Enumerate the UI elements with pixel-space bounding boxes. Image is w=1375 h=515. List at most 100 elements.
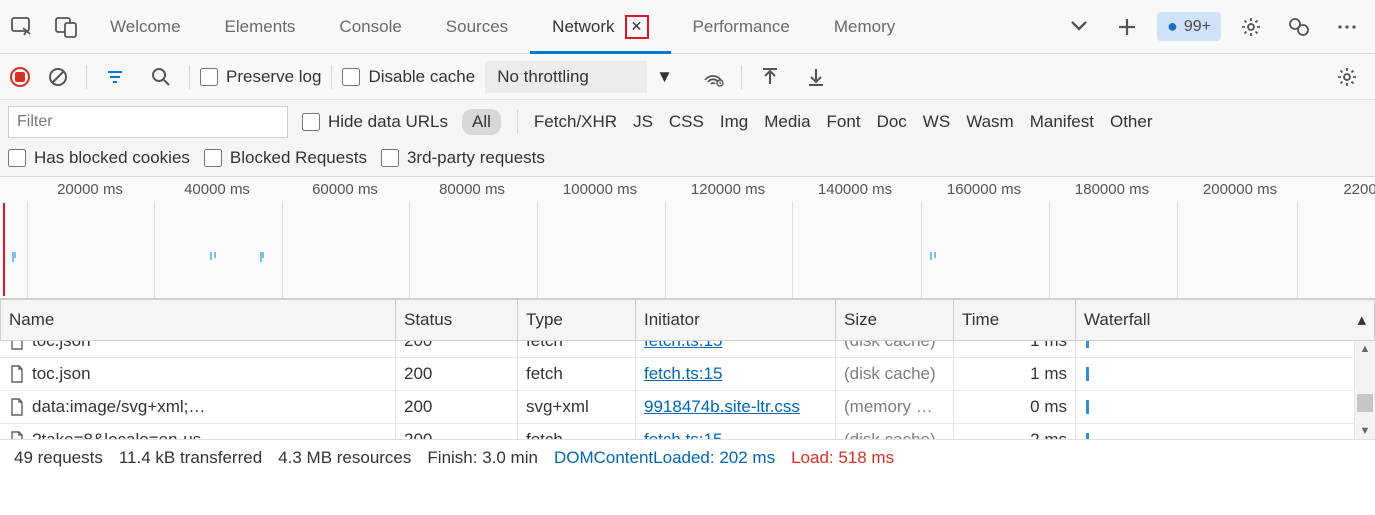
hide-data-urls-checkbox[interactable]: Hide data URLs <box>302 112 448 132</box>
tab-elements[interactable]: Elements <box>203 1 318 53</box>
cell-name[interactable]: data:image/svg+xml;… <box>0 391 396 424</box>
issues-count: 99+ <box>1184 18 1211 36</box>
cell-name[interactable]: toc.json <box>0 358 396 391</box>
tab-memory[interactable]: Memory <box>812 1 917 53</box>
cell-type: svg+xml <box>518 391 636 424</box>
stat-resources: 4.3 MB resources <box>278 448 411 468</box>
throttling-select[interactable]: No throttling ▼ <box>485 61 647 93</box>
cell-name[interactable]: toc.json <box>0 341 396 358</box>
cell-size: (disk cache) <box>836 341 954 358</box>
timeline-tick: 80000 ms <box>439 181 505 198</box>
issues-dot-icon: ● <box>1167 16 1178 37</box>
chevron-down-icon: ▼ <box>656 67 673 87</box>
cell-type: fetch <box>518 358 636 391</box>
col-waterfall[interactable]: Waterfall▴ <box>1076 299 1375 341</box>
table-scrollbar[interactable]: ▲ ▼ <box>1355 341 1375 439</box>
col-name[interactable]: Name <box>0 299 396 341</box>
cell-status: 200 <box>396 341 518 358</box>
filter-bar: Hide data URLs All Fetch/XHR JS CSS Img Media… <box>0 100 1375 177</box>
timeline-tick: 20000 ms <box>57 181 123 198</box>
issues-badge[interactable]: ● 99+ <box>1157 12 1221 41</box>
filter-type-other[interactable]: Other <box>1110 112 1153 132</box>
filter-type-ws[interactable]: WS <box>923 112 950 132</box>
cell-size: (memory … <box>836 391 954 424</box>
cell-time: 0 ms <box>954 391 1076 424</box>
requests-table: Name Status Type Initiator Size Time Wat… <box>0 299 1375 341</box>
tab-console[interactable]: Console <box>317 1 423 53</box>
stat-finish: Finish: 3.0 min <box>427 448 538 468</box>
stat-dom: DOMContentLoaded: 202 ms <box>554 448 775 468</box>
has-blocked-cookies-checkbox[interactable]: Has blocked cookies <box>8 148 190 168</box>
cell-initiator[interactable]: fetch.ts:15 <box>636 358 836 391</box>
cell-initiator[interactable]: 9918474b.site-ltr.css <box>636 391 836 424</box>
preserve-log-checkbox[interactable]: Preserve log <box>200 67 321 87</box>
filter-type-manifest[interactable]: Manifest <box>1030 112 1094 132</box>
tab-network[interactable]: Network✕ <box>530 1 670 53</box>
cell-type: fetch <box>518 424 636 439</box>
more-tabs-icon[interactable] <box>1061 9 1097 45</box>
col-initiator[interactable]: Initiator <box>636 299 836 341</box>
disable-cache-checkbox[interactable]: Disable cache <box>342 67 475 87</box>
cell-size: (disk cache) <box>836 424 954 439</box>
timeline-tick: 2200 <box>1343 181 1375 198</box>
timeline-overview[interactable]: 20000 ms40000 ms60000 ms80000 ms100000 m… <box>0 177 1375 299</box>
filter-type-js[interactable]: JS <box>633 112 653 132</box>
filter-type-doc[interactable]: Doc <box>877 112 907 132</box>
cell-type: fetch <box>518 341 636 358</box>
stat-requests: 49 requests <box>14 448 103 468</box>
sort-indicator-icon: ▴ <box>1357 310 1366 330</box>
stat-load: Load: 518 ms <box>791 448 894 468</box>
cell-waterfall <box>1076 424 1355 439</box>
filter-type-wasm[interactable]: Wasm <box>966 112 1014 132</box>
close-tab-icon[interactable]: ✕ <box>625 15 649 39</box>
download-har-icon[interactable] <box>798 59 834 95</box>
cell-initiator[interactable]: fetch.ts:15 <box>636 424 836 439</box>
filter-type-media[interactable]: Media <box>764 112 810 132</box>
timeline-tick: 180000 ms <box>1075 181 1149 198</box>
record-button[interactable] <box>10 67 30 87</box>
cell-time: 1 ms <box>954 358 1076 391</box>
cell-status: 200 <box>396 358 518 391</box>
blocked-requests-checkbox[interactable]: Blocked Requests <box>204 148 367 168</box>
timeline-tick: 200000 ms <box>1203 181 1277 198</box>
col-status[interactable]: Status <box>396 299 518 341</box>
timeline-tick: 140000 ms <box>818 181 892 198</box>
inspect-element-icon[interactable] <box>4 9 40 45</box>
filter-type-fetch-xhr[interactable]: Fetch/XHR <box>534 112 617 132</box>
timeline-tick: 120000 ms <box>691 181 765 198</box>
search-icon[interactable] <box>143 59 179 95</box>
network-settings-gear-icon[interactable] <box>1329 59 1365 95</box>
filter-type-img[interactable]: Img <box>720 112 748 132</box>
cell-initiator[interactable]: fetch.ts:15 <box>636 341 836 358</box>
col-time[interactable]: Time <box>954 299 1076 341</box>
upload-har-icon[interactable] <box>752 59 788 95</box>
device-toggle-icon[interactable] <box>48 9 84 45</box>
settings-gear-icon[interactable] <box>1233 9 1269 45</box>
scroll-up-icon[interactable]: ▲ <box>1360 341 1371 357</box>
tab-welcome[interactable]: Welcome <box>88 1 203 53</box>
scroll-thumb[interactable] <box>1357 394 1373 412</box>
filter-funnel-icon[interactable] <box>97 59 133 95</box>
filter-type-all[interactable]: All <box>462 109 501 135</box>
filter-type-css[interactable]: CSS <box>669 112 704 132</box>
new-tab-icon[interactable] <box>1109 9 1145 45</box>
feedback-icon[interactable] <box>1281 9 1317 45</box>
filter-input[interactable] <box>8 106 288 138</box>
tab-sources[interactable]: Sources <box>424 1 530 53</box>
col-type[interactable]: Type <box>518 299 636 341</box>
network-conditions-icon[interactable] <box>695 59 731 95</box>
cell-size: (disk cache) <box>836 358 954 391</box>
cell-status: 200 <box>396 424 518 439</box>
third-party-checkbox[interactable]: 3rd-party requests <box>381 148 545 168</box>
filter-type-font[interactable]: Font <box>827 112 861 132</box>
timeline-tick: 60000 ms <box>312 181 378 198</box>
clear-icon[interactable] <box>40 59 76 95</box>
col-size[interactable]: Size <box>836 299 954 341</box>
tab-performance[interactable]: Performance <box>671 1 812 53</box>
cell-time: 2 ms <box>954 424 1076 439</box>
kebab-menu-icon[interactable] <box>1329 9 1365 45</box>
cell-name[interactable]: ?take=8&locale=en-us <box>0 424 396 439</box>
timeline-tick: 100000 ms <box>563 181 637 198</box>
status-bar: 49 requests 11.4 kB transferred 4.3 MB r… <box>0 439 1375 476</box>
scroll-down-icon[interactable]: ▼ <box>1360 423 1371 439</box>
